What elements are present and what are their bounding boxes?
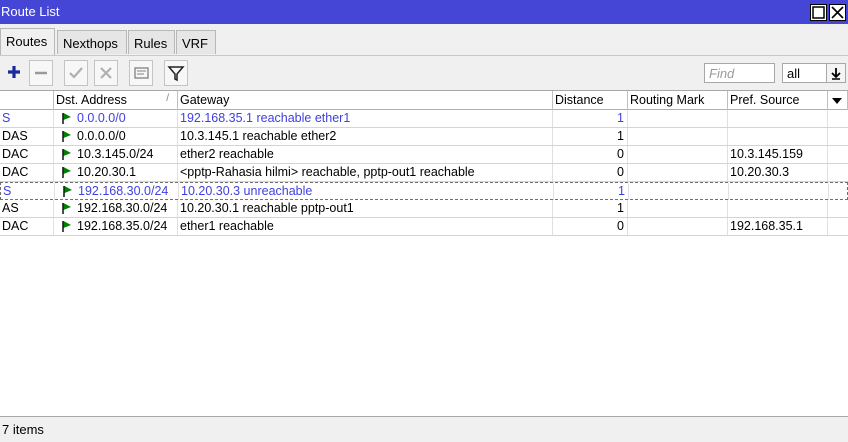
title-bar: Route List	[0, 0, 848, 24]
comment-button[interactable]	[129, 60, 153, 86]
route-flag-icon	[62, 149, 71, 160]
distance-cell: 0	[553, 218, 628, 235]
pref-source-cell	[728, 200, 828, 217]
column-header-routing-mark[interactable]: Routing Mark	[628, 91, 728, 110]
routing-mark-cell	[628, 128, 728, 145]
tab-strip: Routes Nexthops Rules VRF	[0, 28, 848, 56]
tab-nexthops[interactable]: Nexthops	[57, 30, 127, 54]
gateway-cell: 10.3.145.1 reachable ether2	[178, 128, 553, 145]
routing-mark-cell	[629, 183, 729, 200]
flags-cell: AS	[0, 200, 54, 217]
restore-button[interactable]	[810, 4, 827, 21]
check-icon	[69, 67, 83, 79]
flags-cell: DAC	[0, 146, 54, 163]
flags-cell: S	[1, 183, 55, 200]
dst-address-cell: 192.168.30.0/24	[55, 183, 179, 200]
gateway-cell: ether1 reachable	[178, 218, 553, 235]
route-flag-icon	[62, 167, 71, 178]
disable-button[interactable]	[94, 60, 118, 86]
routing-mark-cell	[628, 146, 728, 163]
route-flag-icon	[63, 186, 72, 197]
remove-button[interactable]	[29, 60, 53, 86]
table-row[interactable]: S 0.0.0.0/0 192.168.35.1 reachable ether…	[0, 110, 848, 128]
column-header-dst-address-label: Dst. Address	[56, 93, 127, 107]
table-row[interactable]: AS 192.168.30.0/24 10.20.30.1 reachable …	[0, 200, 848, 218]
filter-button[interactable]	[164, 60, 188, 86]
filter-select-value: all	[787, 66, 801, 81]
column-header-dst-address[interactable]: Dst. Address /	[54, 91, 178, 110]
gateway-cell: 10.20.30.3 unreachable	[179, 183, 554, 200]
dst-address-cell: 192.168.30.0/24	[54, 200, 178, 217]
x-icon	[100, 67, 112, 79]
close-icon	[831, 6, 844, 19]
sort-indicator: /	[166, 93, 169, 104]
dst-address-cell: 192.168.35.0/24	[54, 218, 178, 235]
dst-address-cell: 10.20.30.1	[54, 164, 178, 181]
comment-icon	[134, 67, 149, 79]
dst-address-cell: 0.0.0.0/0	[54, 128, 178, 145]
minus-icon	[35, 71, 47, 75]
route-flag-icon	[62, 203, 71, 214]
distance-cell: 1	[554, 183, 629, 200]
dst-address-cell: 10.3.145.0/24	[54, 146, 178, 163]
routing-mark-cell	[628, 200, 728, 217]
column-header-gateway[interactable]: Gateway	[178, 91, 553, 110]
table-row[interactable]: DAC 10.3.145.0/24 ether2 reachable 0 10.…	[0, 146, 848, 164]
flags-cell: S	[0, 110, 54, 127]
item-count: 7 items	[2, 422, 44, 437]
toolbar: Find all	[0, 55, 848, 90]
distance-cell: 1	[553, 128, 628, 145]
tab-vrf[interactable]: VRF	[176, 30, 216, 54]
flags-cell: DAS	[0, 128, 54, 145]
table-row[interactable]: DAC 192.168.35.0/24 ether1 reachable 0 1…	[0, 218, 848, 236]
tab-routes[interactable]: Routes	[0, 28, 55, 56]
column-header-distance[interactable]: Distance	[553, 91, 628, 110]
pref-source-cell: 10.20.30.3	[728, 164, 828, 181]
distance-cell: 1	[553, 110, 628, 127]
distance-cell: 0	[553, 164, 628, 181]
table-row[interactable]: DAS 0.0.0.0/0 10.3.145.1 reachable ether…	[0, 128, 848, 146]
routing-mark-cell	[628, 218, 728, 235]
routing-mark-cell	[628, 164, 728, 181]
distance-cell: 1	[553, 200, 628, 217]
filter-select[interactable]: all	[782, 63, 846, 83]
tab-rules[interactable]: Rules	[128, 30, 175, 54]
dropdown-arrow-icon[interactable]	[826, 64, 845, 82]
gateway-cell: 10.20.30.1 reachable pptp-out1	[178, 200, 553, 217]
flags-cell: DAC	[0, 164, 54, 181]
routing-mark-cell	[628, 110, 728, 127]
add-button[interactable]	[2, 60, 26, 86]
enable-button[interactable]	[64, 60, 88, 86]
restore-icon	[812, 6, 825, 19]
table-row[interactable]: S 192.168.30.0/24 10.20.30.3 unreachable…	[0, 182, 848, 200]
find-input[interactable]: Find	[704, 63, 775, 83]
pref-source-cell	[729, 183, 829, 200]
route-flag-icon	[62, 131, 71, 142]
column-chooser-button[interactable]	[828, 91, 848, 110]
gateway-cell: 192.168.35.1 reachable ether1	[178, 110, 553, 127]
table-row[interactable]: DAC 10.20.30.1 <pptp-Rahasia hilmi> reac…	[0, 164, 848, 182]
column-header-pref-source[interactable]: Pref. Source	[728, 91, 828, 110]
route-flag-icon	[62, 221, 71, 232]
chevron-down-icon	[832, 98, 842, 104]
window-title: Route List	[1, 4, 60, 19]
close-button[interactable]	[829, 4, 846, 21]
dst-address-cell: 0.0.0.0/0	[54, 110, 178, 127]
pref-source-cell: 10.3.145.159	[728, 146, 828, 163]
pref-source-cell	[728, 128, 828, 145]
filter-icon	[167, 66, 185, 82]
plus-icon	[8, 66, 20, 78]
status-bar: 7 items	[0, 419, 848, 442]
table-header: Dst. Address / Gateway Distance Routing …	[0, 91, 848, 110]
pref-source-cell: 192.168.35.1	[728, 218, 828, 235]
flags-cell: DAC	[0, 218, 54, 235]
gateway-cell: <pptp-Rahasia hilmi> reachable, pptp-out…	[178, 164, 553, 181]
distance-cell: 0	[553, 146, 628, 163]
pref-source-cell	[728, 110, 828, 127]
route-table: Dst. Address / Gateway Distance Routing …	[0, 90, 848, 417]
route-flag-icon	[62, 113, 71, 124]
gateway-cell: ether2 reachable	[178, 146, 553, 163]
column-header-flags[interactable]	[0, 91, 54, 110]
